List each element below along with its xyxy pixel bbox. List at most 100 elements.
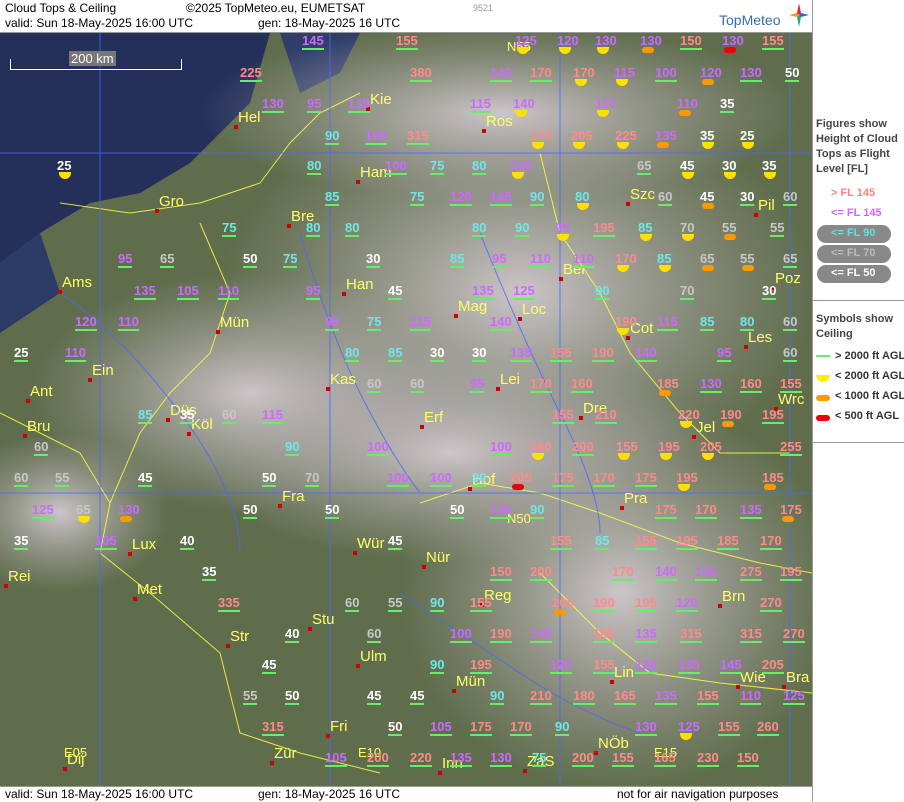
cloud-top-value: 145 <box>490 189 512 206</box>
compass-icon <box>788 2 810 31</box>
cloud-top-value: 45 <box>700 189 715 204</box>
cloud-top-value: 170 <box>530 65 552 82</box>
cloud-top-value: 255 <box>780 439 802 456</box>
cloud-top-value: 85 <box>325 189 340 206</box>
cloud-top-value: 80 <box>472 158 487 175</box>
ceiling-symbol <box>764 484 776 490</box>
city-label: Rei <box>8 568 31 585</box>
cloud-top-value: 200 <box>367 750 389 767</box>
cloud-top-value: 200 <box>572 750 594 767</box>
cloud-top-value: 205 <box>700 439 722 454</box>
cloud-top-value: 135 <box>450 750 472 767</box>
cloud-top-value: 155 <box>550 345 572 362</box>
cloud-top-value: 155 <box>552 407 574 424</box>
ceiling-symbol <box>120 516 132 522</box>
cloud-top-value: 170 <box>510 719 532 736</box>
cloud-top-value: 160 <box>740 376 762 393</box>
ceiling-symbol <box>659 390 671 396</box>
city-label: Han <box>346 276 374 293</box>
cloud-top-value: 225 <box>615 128 637 143</box>
cloud-top-value: 155 <box>780 376 802 393</box>
cloud-top-value: 125 <box>783 688 805 705</box>
generated-time: gen: 18-May-2025 16 UTC <box>258 16 401 30</box>
cloud-top-value: 90 <box>472 470 487 487</box>
cloud-top-value: 110 <box>218 283 239 300</box>
cloud-top-value: 95 <box>555 220 570 235</box>
cloud-top-value: 100 <box>385 158 407 175</box>
cloud-top-value: 135 <box>655 128 677 143</box>
legend-ceiling-swatch <box>816 415 830 421</box>
cloud-top-value: 145 <box>530 626 552 643</box>
satellite-map[interactable]: 200 km Hel Kie Ham Gro Bre Ams Han Ber Mag Loc Szc… <box>0 33 812 786</box>
ceiling-symbol <box>702 79 714 85</box>
cloud-top-value: 35 <box>180 407 195 424</box>
cloud-top-value: 50 <box>243 502 258 519</box>
cloud-top-value: 70 <box>305 470 320 487</box>
cloud-top-value: 115 <box>410 314 431 331</box>
cloud-top-value: 110 <box>677 96 698 111</box>
cloud-top-value: 185 <box>717 533 739 550</box>
cloud-top-value: 145 <box>720 657 742 674</box>
cloud-top-value: 40 <box>285 626 300 643</box>
cloud-top-value: 120 <box>557 33 579 48</box>
map-id: 9521 <box>473 3 494 13</box>
cloud-top-value: 130 <box>640 33 662 48</box>
legend-fl-item: <= FL 90 <box>831 227 876 239</box>
cloud-top-value: 35 <box>720 96 735 113</box>
cloud-top-value: 60 <box>222 407 237 424</box>
cloud-top-value: 175 <box>530 128 552 143</box>
cloud-top-value: 30 <box>366 251 381 268</box>
cloud-top-value: 55 <box>740 251 755 266</box>
cloud-top-value: 150 <box>737 750 759 767</box>
cloud-top-value: 135 <box>510 345 532 362</box>
city-label: Met <box>137 581 163 598</box>
ceiling-symbol <box>724 234 736 240</box>
cloud-top-value: 195 <box>676 533 698 550</box>
cloud-top-value: 120 <box>676 595 698 612</box>
cloud-top-value: 170 <box>530 376 552 393</box>
cloud-top-value: 30 <box>722 158 737 173</box>
cloud-top-value: 90 <box>515 220 530 237</box>
cloud-top-value: 60 <box>783 189 798 206</box>
cloud-top-value: 145 <box>302 33 324 50</box>
footer-bar: valid: Sun 18-May-2025 16:00 UTC gen: 18… <box>0 786 812 802</box>
city-label: Ulm <box>360 648 387 665</box>
city-label: Kie <box>370 91 392 108</box>
cloud-top-value: 45 <box>367 688 382 705</box>
cloud-top-value: 110 <box>573 251 594 268</box>
cloud-top-value: 190 <box>720 407 742 422</box>
scale-label: 200 km <box>69 51 116 66</box>
cloud-top-value: 270 <box>760 595 782 612</box>
cloud-top-value: 135 <box>472 283 494 300</box>
legend-ceiling-item: < 500 ft AGL <box>835 410 900 422</box>
cloud-top-value: 190 <box>490 626 512 643</box>
cloud-top-value: 45 <box>680 158 695 173</box>
city-label: Les <box>748 329 773 346</box>
ceiling-symbol <box>702 265 714 271</box>
legend-fl-item: <= FL 70 <box>831 247 876 259</box>
cloud-top-value: 175 <box>655 502 677 519</box>
cloud-top-value: 315 <box>262 719 284 736</box>
cloud-top-value: 130 <box>595 33 617 48</box>
cloud-top-value: 60 <box>410 376 425 393</box>
cloud-top-value: 195 <box>762 407 784 424</box>
cloud-top-value: 135 <box>635 626 657 643</box>
cloud-top-value: 140 <box>635 345 657 362</box>
cloud-top-value: 160 <box>571 376 593 393</box>
cloud-top-value: 170 <box>615 251 637 266</box>
cloud-top-value: 190 <box>593 595 615 612</box>
cloud-top-value: 60 <box>34 439 49 456</box>
cloud-top-value: 90 <box>530 189 545 206</box>
cloud-top-value: 95 <box>118 251 133 268</box>
cloud-top-value: 155 <box>635 533 657 550</box>
cloud-top-value: 205 <box>571 128 593 143</box>
cloud-top-value: 130 <box>490 750 512 767</box>
valid-time: valid: Sun 18-May-2025 16:00 UTC <box>5 16 194 30</box>
footer-generated-time: gen: 18-May-2025 16 UTC <box>258 787 401 801</box>
cloud-top-value: 130 <box>700 376 722 393</box>
legend-fl-item: > FL 145 <box>831 187 876 199</box>
city-label: Str <box>230 628 250 645</box>
cloud-top-value: 80 <box>740 314 755 331</box>
cloud-top-value: 35 <box>202 564 217 581</box>
cloud-top-value: 70 <box>680 283 695 300</box>
